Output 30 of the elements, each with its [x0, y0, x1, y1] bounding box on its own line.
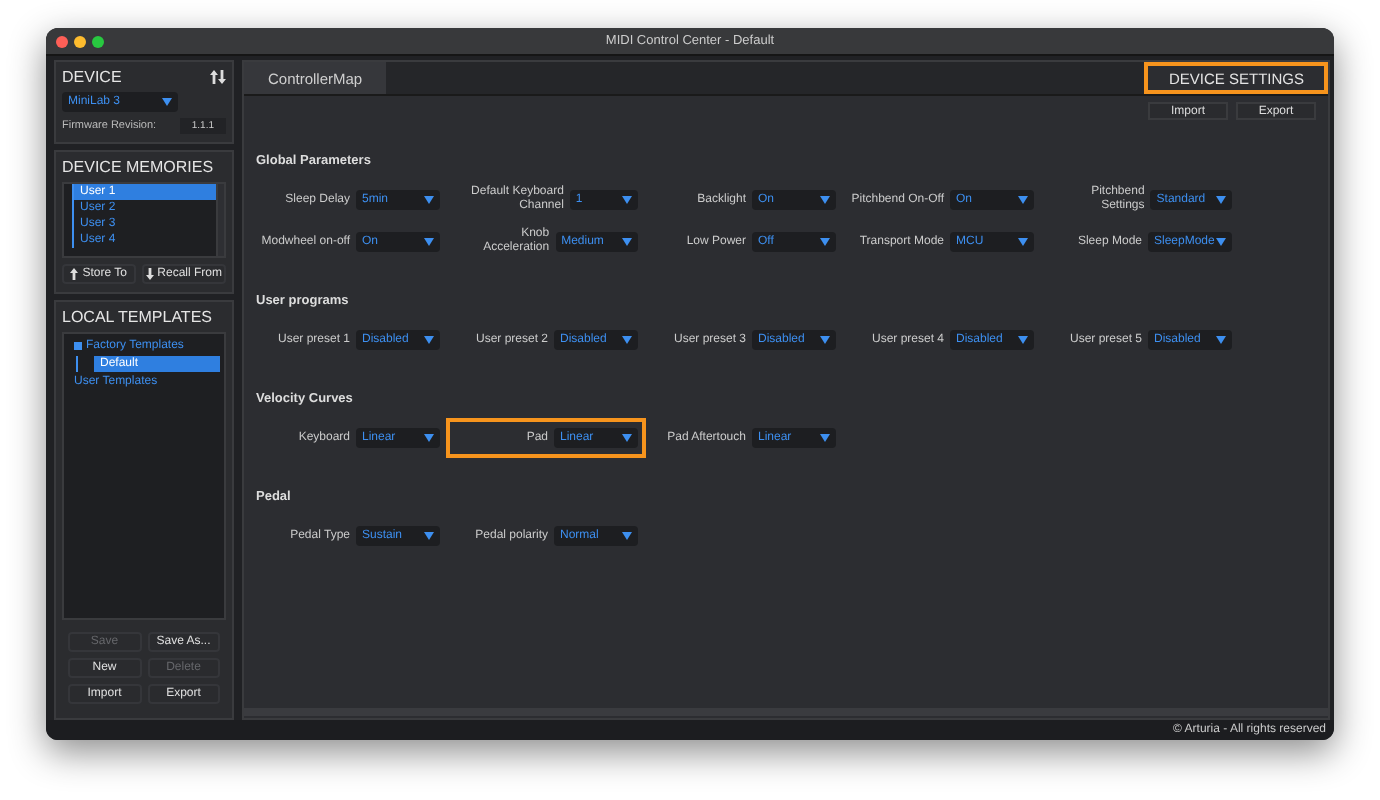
dropdown-arrow-icon	[162, 98, 172, 106]
dropdown-arrow-icon	[1018, 196, 1028, 204]
dropdown-arrow-icon	[820, 336, 830, 344]
dropdown-arrow-icon	[622, 238, 632, 246]
zoom-button[interactable]	[92, 35, 104, 47]
dropdown-arrow-icon	[1216, 336, 1226, 344]
dropdown-arrow-icon	[424, 238, 434, 246]
dropdown-arrow-icon	[1216, 238, 1226, 246]
dropdown-arrow-icon	[820, 434, 830, 442]
dropdown-arrow-icon	[820, 196, 830, 204]
sort-arrows-icon[interactable]	[210, 70, 226, 84]
down-arrow-icon	[145, 268, 154, 280]
dropdown-arrow-icon	[622, 196, 632, 204]
dropdown-arrow-icon	[424, 336, 434, 344]
dropdown-arrow-icon	[1216, 196, 1226, 204]
close-button[interactable]	[56, 35, 68, 47]
dropdown-arrow-icon	[1018, 336, 1028, 344]
dropdown-arrow-icon	[424, 532, 434, 540]
section-heading: DEVICE	[62, 68, 122, 86]
up-arrow-icon	[70, 268, 79, 280]
section-heading: DEVICE MEMORIES	[62, 158, 216, 176]
dropdown-arrow-icon	[622, 336, 632, 344]
dropdown-arrow-icon	[424, 434, 434, 442]
section-heading: LOCAL TEMPLATES	[62, 308, 214, 326]
minimize-button[interactable]	[74, 35, 86, 47]
dropdown-arrow-icon	[622, 532, 632, 540]
dropdown-arrow-icon	[820, 238, 830, 246]
dropdown-arrow-icon	[622, 434, 632, 442]
dropdown-arrow-icon	[1018, 238, 1028, 246]
dropdown-arrow-icon	[424, 196, 434, 204]
